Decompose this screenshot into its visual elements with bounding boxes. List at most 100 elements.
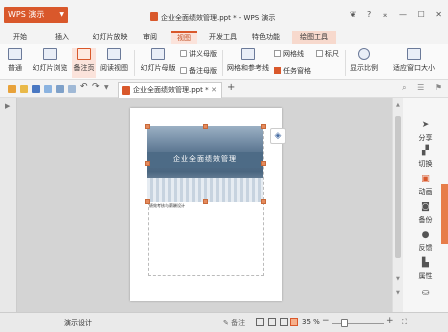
properties-button[interactable]: ▙ 属性 [403, 258, 448, 281]
ribbon-divider [222, 50, 223, 76]
tab-insert[interactable]: 插入 [50, 31, 74, 44]
resize-handle[interactable] [145, 199, 150, 204]
tab-special[interactable]: 特色功能 [248, 31, 284, 44]
transition-label: 切换 [418, 160, 433, 168]
resize-handle[interactable] [261, 199, 266, 204]
notes-label: 备注 [231, 319, 246, 327]
zoom-out-icon[interactable]: − [322, 316, 330, 326]
design-label[interactable]: 演示设计 [64, 318, 92, 328]
title-bar: WPS 演示 ▼ 企业全面绩效管理.ppt * - WPS 演示 ❦ ? ⌅ —… [0, 0, 448, 30]
fit-window-button[interactable]: 适应窗口大小 [382, 48, 446, 73]
close-tab-icon[interactable]: ✕ [211, 83, 217, 97]
slide-master-button[interactable]: 幻灯片母版 [138, 48, 178, 73]
undo-icon[interactable]: ↶ [80, 82, 88, 92]
gridlines-checkbox[interactable]: 网格线 [274, 49, 304, 59]
normal-view-button[interactable]: 普通 [3, 48, 27, 73]
previous-page-icon[interactable]: ▼ [396, 276, 400, 282]
slide-sorter-status-icon[interactable] [268, 318, 276, 326]
new-file-icon[interactable] [8, 85, 16, 93]
zoom-slider-track[interactable] [332, 323, 384, 324]
handout-master-label: 讲义母版 [189, 50, 217, 58]
resize-handle[interactable] [261, 124, 266, 129]
next-page-icon[interactable]: ▼ [396, 290, 400, 296]
layers-icon[interactable]: ◈ [270, 128, 286, 144]
add-tab-icon[interactable]: + [227, 82, 235, 93]
grid-icon [241, 48, 255, 60]
ruler-checkbox[interactable]: 标尺 [316, 49, 339, 59]
toolbox-button[interactable]: ⛀ [403, 288, 448, 301]
reading-view-button[interactable]: 阅读视图 [98, 48, 130, 73]
notes-page-label: 备注页 [73, 64, 95, 72]
search-icon[interactable]: ⌕ [402, 83, 406, 92]
more-icon[interactable]: ⚑ [435, 83, 442, 92]
resize-handle[interactable] [145, 124, 150, 129]
tab-review[interactable]: 审阅 [138, 31, 162, 44]
zoom-slider-knob[interactable] [341, 319, 348, 327]
print-icon[interactable] [56, 85, 64, 93]
display-ratio-button[interactable]: 显示比例 [348, 48, 380, 73]
task-pane-label: 任务窗格 [283, 67, 311, 75]
scrollbar-thumb[interactable] [395, 116, 401, 258]
notes-toggle[interactable]: ✎ 备注 [223, 318, 245, 328]
open-folder-icon[interactable] [20, 85, 28, 93]
normal-view-status-icon[interactable] [256, 318, 264, 326]
notes-icon: ✎ [223, 319, 232, 327]
minimize-button[interactable]: — [399, 10, 407, 19]
display-ratio-label: 显示比例 [350, 64, 378, 72]
app-menu-button[interactable]: WPS 演示 ▼ [4, 7, 68, 23]
window-title-text: 企业全面绩效管理.ppt * - WPS 演示 [161, 14, 276, 22]
notes-page-button[interactable]: 备注页 [72, 48, 96, 78]
resize-handle[interactable] [261, 161, 266, 166]
chevron-down-icon: ▼ [59, 11, 64, 18]
handout-master-button[interactable]: 讲义母版 [180, 49, 217, 59]
fit-icon[interactable]: ⛶ [402, 318, 407, 327]
ruler-check-icon [316, 50, 323, 57]
scroll-up-icon[interactable]: ▲ [396, 102, 400, 108]
slide-master-icon [151, 48, 165, 60]
slide-title: 企业全面绩效管理 [173, 155, 237, 163]
print-preview-icon[interactable] [68, 85, 76, 93]
grid-guides-button[interactable]: 网格和参考线 [226, 48, 270, 73]
close-button[interactable]: ✕ [435, 10, 442, 19]
help-icon[interactable]: ? [367, 10, 371, 19]
chevron-down-icon[interactable]: ▼ [104, 84, 109, 91]
resize-handle[interactable] [145, 161, 150, 166]
tab-drawing-tools[interactable]: 绘图工具 [292, 31, 336, 44]
share-button[interactable]: ➤ 分享 [403, 120, 448, 143]
slide-thumbnail-panel-collapsed[interactable]: ▶ [0, 98, 17, 312]
save-icon[interactable] [32, 85, 40, 93]
fit-window-label: 适应窗口大小 [393, 64, 435, 72]
vertical-scrollbar[interactable]: ▲ ▼ ▼ [392, 98, 403, 312]
tab-slideshow[interactable]: 幻灯片放映 [88, 31, 132, 44]
tab-developer[interactable]: 开发工具 [205, 31, 241, 44]
slideshow-status-icon[interactable] [290, 318, 298, 326]
transition-button[interactable]: ▞ 切换 [403, 146, 448, 169]
sidebar-resize-handle[interactable] [441, 184, 448, 244]
tab-home[interactable]: 开始 [6, 31, 34, 44]
zoom-in-icon[interactable]: + [386, 316, 394, 326]
window-controls: ❦ ? ⌅ — ☐ ✕ [342, 10, 442, 19]
ribbon-divider [134, 50, 135, 76]
task-pane-checkbox[interactable]: 任务窗格 [274, 66, 311, 76]
skin-icon[interactable]: ❦ [350, 10, 357, 19]
notes-page-icon [77, 48, 91, 60]
document-tab[interactable]: 企业全面绩效管理.ppt * ✕ [118, 82, 222, 98]
expand-panel-icon[interactable]: ▶ [5, 102, 10, 110]
resize-handle[interactable] [203, 199, 208, 204]
slide-browse-icon [43, 48, 57, 60]
notes-master-button[interactable]: 备注母版 [180, 66, 217, 76]
animation-label: 动画 [418, 188, 433, 196]
reading-view-status-icon[interactable] [280, 318, 288, 326]
collapse-ribbon-icon[interactable]: ⌅ [382, 10, 389, 19]
export-icon[interactable] [44, 85, 52, 93]
notes-master-icon [180, 67, 187, 74]
maximize-button[interactable]: ☐ [418, 10, 425, 19]
slide-thumbnail[interactable]: 企业全面绩效管理 [147, 126, 263, 202]
slide-subtitle: 绩效考核与薪酬设计 [149, 203, 185, 208]
tab-view[interactable]: 视图 [171, 31, 197, 44]
menu-tabs: 开始 插入 幻灯片放映 审阅 视图 开发工具 特色功能 绘图工具 [0, 30, 448, 44]
redo-icon[interactable]: ↷ [92, 82, 100, 92]
list-icon[interactable]: ☰ [417, 83, 424, 92]
slide-browse-button[interactable]: 幻灯片浏览 [30, 48, 70, 73]
resize-handle[interactable] [203, 124, 208, 129]
